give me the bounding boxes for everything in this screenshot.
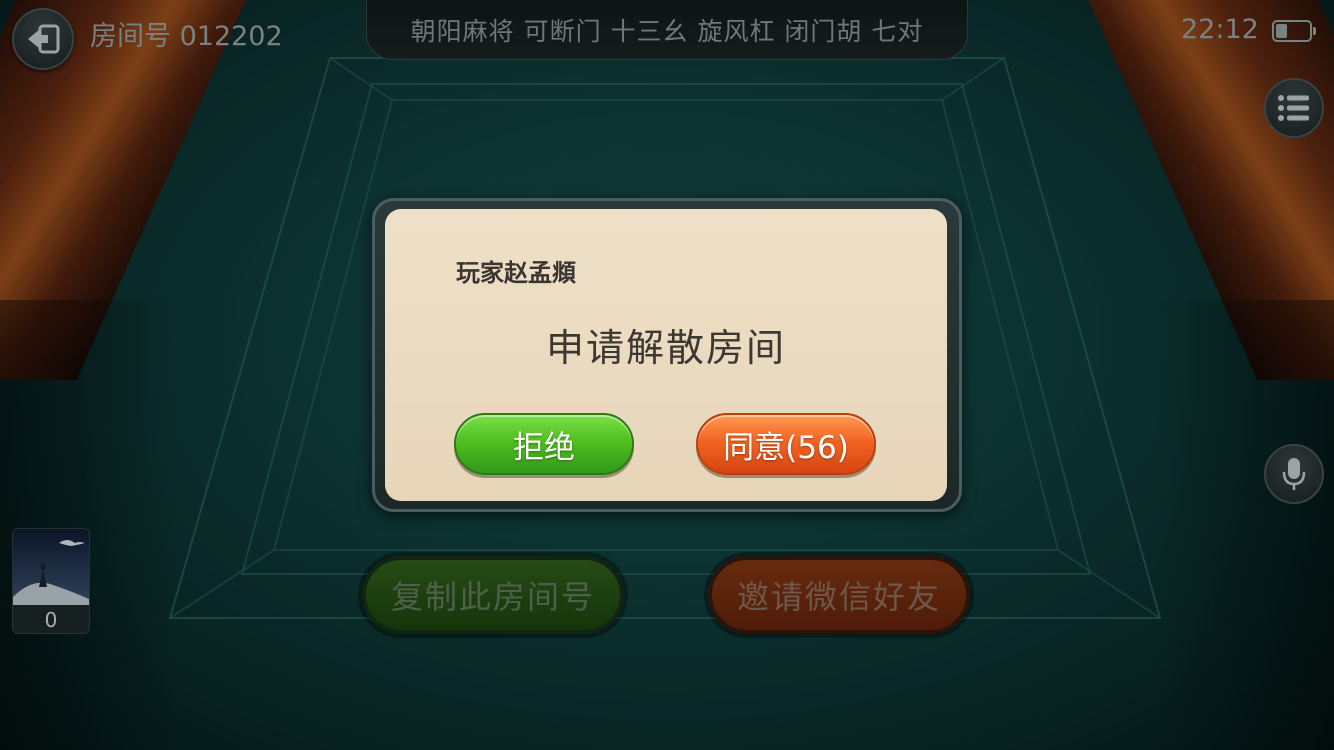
- dissolve-room-dialog: 玩家赵孟頫 申请解散房间 拒绝 同意(56): [385, 209, 947, 501]
- dialog-message: 申请解散房间: [545, 326, 786, 370]
- requesting-player-name: 玩家赵孟頫: [456, 259, 576, 287]
- agree-button[interactable]: 同意(56): [696, 413, 876, 475]
- reject-button[interactable]: 拒绝: [454, 413, 634, 475]
- game-table: 房间号 012202 朝阳麻将 可断门 十三幺 旋风杠 闭门胡 七对 22:12: [0, 0, 1334, 750]
